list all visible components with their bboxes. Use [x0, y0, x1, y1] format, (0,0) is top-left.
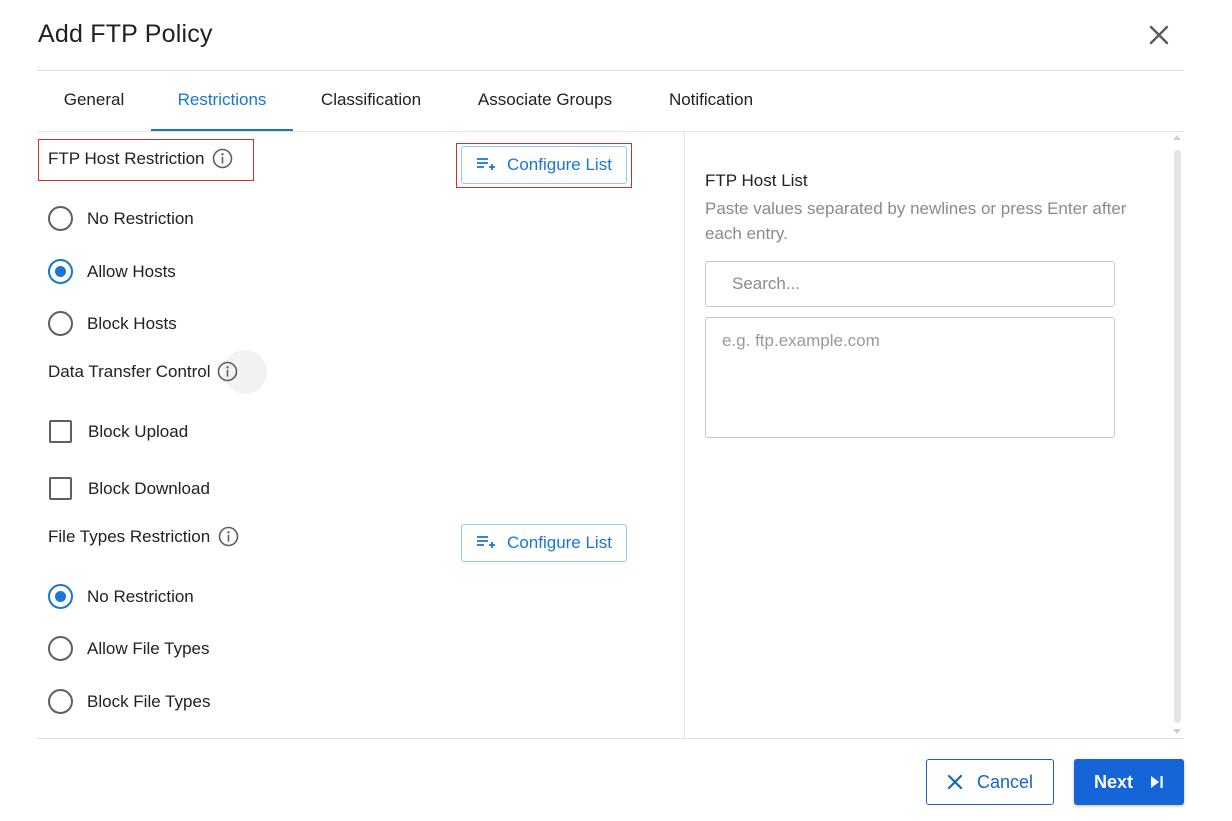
ftp-host-list-title: FTP Host List [705, 171, 808, 190]
checkbox-label: Block Download [88, 478, 210, 498]
radio-allow-file-types[interactable]: Allow File Types [48, 636, 210, 661]
cancel-x-icon [947, 774, 963, 790]
data-transfer-control-label: Data Transfer Control [48, 361, 211, 381]
radio-circle [48, 311, 73, 336]
radio-label: Block Hosts [87, 313, 177, 333]
radio-block-hosts[interactable]: Block Hosts [48, 311, 177, 336]
radio-label: Block File Types [87, 691, 211, 711]
panel-divider [684, 132, 685, 738]
cancel-button[interactable]: Cancel [926, 759, 1054, 805]
checkbox-box [49, 420, 72, 443]
tab-bar: General Restrictions Classification Asso… [37, 71, 1184, 131]
info-icon[interactable] [217, 361, 238, 382]
tab-classification[interactable]: Classification [293, 71, 449, 131]
radio-circle [48, 206, 73, 231]
info-icon[interactable] [218, 526, 239, 547]
radio-circle [48, 689, 73, 714]
radio-label: Allow File Types [87, 638, 210, 658]
tab-notification[interactable]: Notification [641, 71, 781, 131]
file-types-restriction-heading: File Types Restriction [48, 526, 239, 547]
add-ftp-policy-dialog: Add FTP Policy General Restrictions Clas… [0, 0, 1232, 821]
radio-block-file-types[interactable]: Block File Types [48, 689, 210, 714]
info-icon[interactable] [212, 148, 233, 169]
playlist-add-icon [476, 535, 496, 551]
configure-list-label: Configure List [507, 533, 612, 552]
checkbox-label: Block Upload [88, 421, 189, 441]
tabs-divider [37, 131, 1184, 132]
next-button[interactable]: Next [1074, 759, 1184, 805]
file-types-restriction-label: File Types Restriction [48, 526, 211, 546]
ftp-host-list-hint: Paste values separated by newlines or pr… [705, 199, 1127, 243]
ftp-host-restriction-heading: FTP Host Restriction [48, 148, 233, 169]
tab-general[interactable]: General [37, 71, 151, 131]
radio-circle [48, 636, 73, 661]
ftp-host-configure-list-button[interactable]: Configure List [461, 146, 627, 184]
radio-label: No Restriction [87, 208, 194, 228]
checkbox-box [49, 477, 72, 500]
scrollbar-thumb[interactable] [1174, 150, 1181, 723]
cancel-label: Cancel [976, 771, 1034, 792]
host-search-input[interactable] [705, 261, 1115, 307]
checkbox-block-download[interactable]: Block Download [49, 477, 210, 500]
dialog-title: Add FTP Policy [38, 20, 213, 48]
tab-restrictions[interactable]: Restrictions [151, 71, 293, 131]
scroll-up-arrow-icon[interactable] [1173, 135, 1181, 140]
footer-divider [37, 738, 1184, 739]
radio-label: No Restriction [87, 586, 194, 606]
ftp-host-restriction-label: FTP Host Restriction [48, 148, 205, 168]
radio-no-restriction-file-types[interactable]: No Restriction [48, 584, 194, 609]
playlist-add-icon [476, 157, 496, 173]
scroll-down-arrow-icon[interactable] [1173, 729, 1181, 734]
tab-associate-groups[interactable]: Associate Groups [449, 71, 641, 131]
radio-no-restriction-hosts[interactable]: No Restriction [48, 206, 194, 231]
skip-next-icon [1151, 776, 1163, 788]
checkbox-block-upload[interactable]: Block Upload [49, 420, 188, 443]
next-label: Next [1093, 771, 1133, 792]
configure-list-label: Configure List [507, 155, 612, 174]
radio-circle-selected [48, 259, 73, 284]
radio-label: Allow Hosts [87, 261, 176, 281]
host-entry-textarea[interactable] [705, 317, 1115, 438]
radio-circle-selected [48, 584, 73, 609]
data-transfer-control-heading: Data Transfer Control [48, 361, 238, 382]
close-icon[interactable] [1146, 22, 1172, 48]
file-types-configure-list-button[interactable]: Configure List [461, 524, 627, 562]
radio-allow-hosts[interactable]: Allow Hosts [48, 259, 176, 284]
